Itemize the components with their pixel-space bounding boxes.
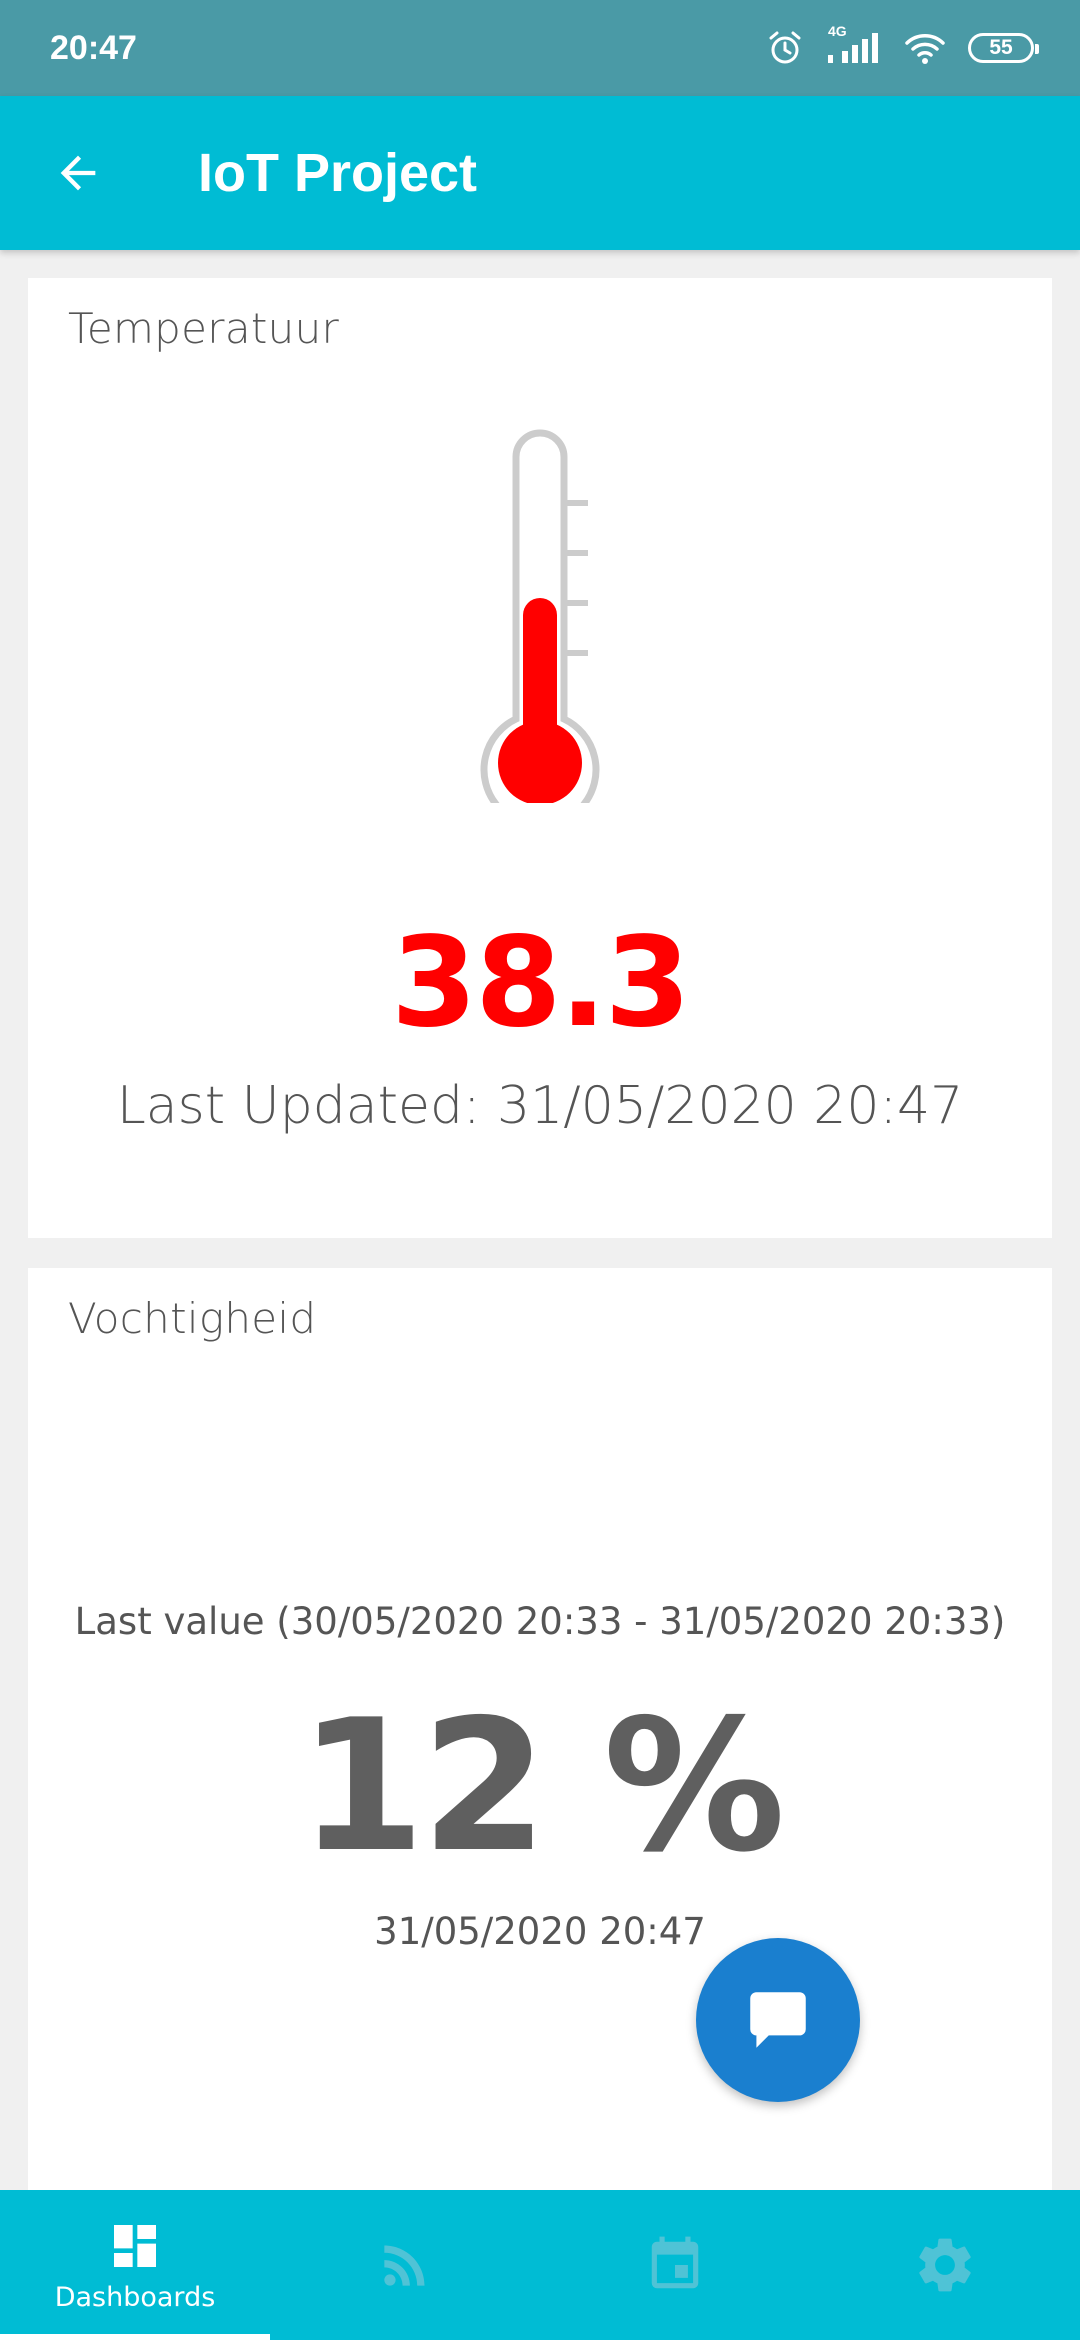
back-button[interactable] <box>38 133 118 213</box>
status-bar: 20:47 4G 55 <box>0 0 1080 96</box>
temperature-card: Temperatuur 38.3 Last Updated: 31/05/202… <box>28 278 1052 1238</box>
wifi-icon <box>904 31 946 65</box>
chat-fab-button[interactable] <box>696 1938 860 2102</box>
nav-item-label: Dashboards <box>54 2281 216 2313</box>
temperature-value: 38.3 <box>391 911 691 1055</box>
temperature-card-title: Temperatuur <box>68 304 340 353</box>
arrow-back-icon <box>60 155 96 191</box>
rss-feed-icon <box>384 2245 425 2286</box>
alarm-icon <box>766 29 804 67</box>
dashboard-icon <box>114 2224 156 2267</box>
page-title: IoT Project <box>198 143 478 203</box>
signal-icon: 4G <box>826 23 882 65</box>
battery-icon: 55 <box>968 33 1039 63</box>
status-icons: 4G 55 <box>766 23 1039 67</box>
nav-item-dashboards[interactable]: Dashboards <box>0 2190 270 2340</box>
status-time: 20:47 <box>50 28 137 67</box>
temperature-last-updated: Last Updated: 31/05/2020 20:47 <box>116 1076 964 1136</box>
calendar-icon <box>651 2236 699 2289</box>
humidity-value: 12 % <box>298 1680 786 1892</box>
bottom-nav: Dashboards <box>0 2190 1080 2340</box>
thermometer-bulb <box>498 721 582 803</box>
thermometer-icon <box>480 429 600 803</box>
chat-icon <box>750 1992 806 2048</box>
settings-icon <box>919 2238 971 2292</box>
humidity-card: Vochtigheid Last value (30/05/2020 20:33… <box>28 1268 1052 2198</box>
network-type-label: 4G <box>828 23 847 39</box>
nav-item-feeds[interactable] <box>270 2190 540 2340</box>
nav-item-calendar[interactable] <box>540 2190 810 2340</box>
humidity-range-label: Last value (30/05/2020 20:33 - 31/05/202… <box>74 1600 1006 1643</box>
humidity-card-title: Vochtigheid <box>68 1294 317 1343</box>
humidity-updated: 31/05/2020 20:47 <box>374 1910 706 1953</box>
app-bar: IoT Project <box>0 96 1080 250</box>
thermometer-widget <box>28 423 1052 803</box>
nav-item-settings[interactable] <box>810 2190 1080 2340</box>
